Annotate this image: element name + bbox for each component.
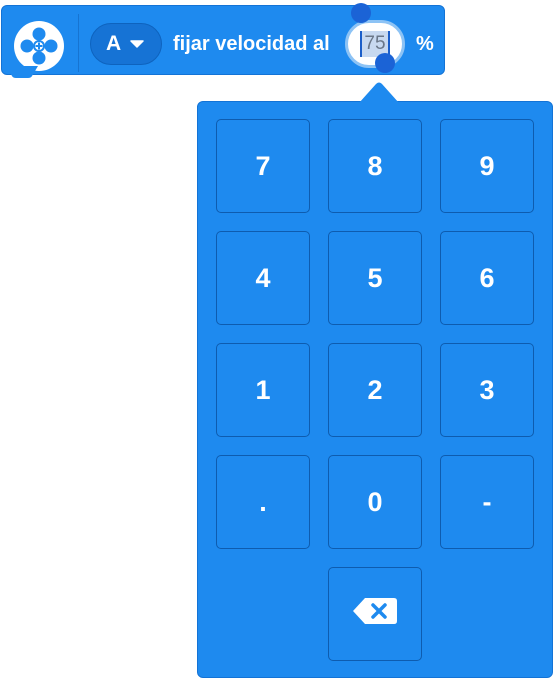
- key-9[interactable]: 9: [440, 119, 534, 213]
- selection-end-handle[interactable]: [375, 53, 395, 73]
- backspace-icon: [352, 596, 398, 633]
- key-5[interactable]: 5: [328, 231, 422, 325]
- key-0[interactable]: 0: [328, 455, 422, 549]
- key-4[interactable]: 4: [216, 231, 310, 325]
- key-8[interactable]: 8: [328, 119, 422, 213]
- block-bottom-notch: [6, 66, 38, 78]
- stage: A fijar velocidad al 75 % 7 8 9 4 5 6 1 …: [0, 0, 553, 680]
- backspace-button[interactable]: [328, 567, 422, 661]
- numeric-keypad: 7 8 9 4 5 6 1 2 3 . 0 -: [197, 101, 553, 678]
- block-label: fijar velocidad al: [173, 33, 330, 55]
- port-value: A: [106, 32, 122, 55]
- keypad-pointer: [359, 82, 399, 103]
- block-divider: [78, 14, 79, 72]
- key-3[interactable]: 3: [440, 343, 534, 437]
- key-1[interactable]: 1: [216, 343, 310, 437]
- key-6[interactable]: 6: [440, 231, 534, 325]
- key-7[interactable]: 7: [216, 119, 310, 213]
- selection-start-handle[interactable]: [351, 3, 371, 23]
- key-minus[interactable]: -: [440, 455, 534, 549]
- motor-category-icon: [14, 21, 64, 71]
- chevron-down-icon: [130, 39, 144, 49]
- key-decimal[interactable]: .: [216, 455, 310, 549]
- port-dropdown[interactable]: A: [90, 23, 162, 65]
- unit-label: %: [416, 33, 434, 55]
- key-2[interactable]: 2: [328, 343, 422, 437]
